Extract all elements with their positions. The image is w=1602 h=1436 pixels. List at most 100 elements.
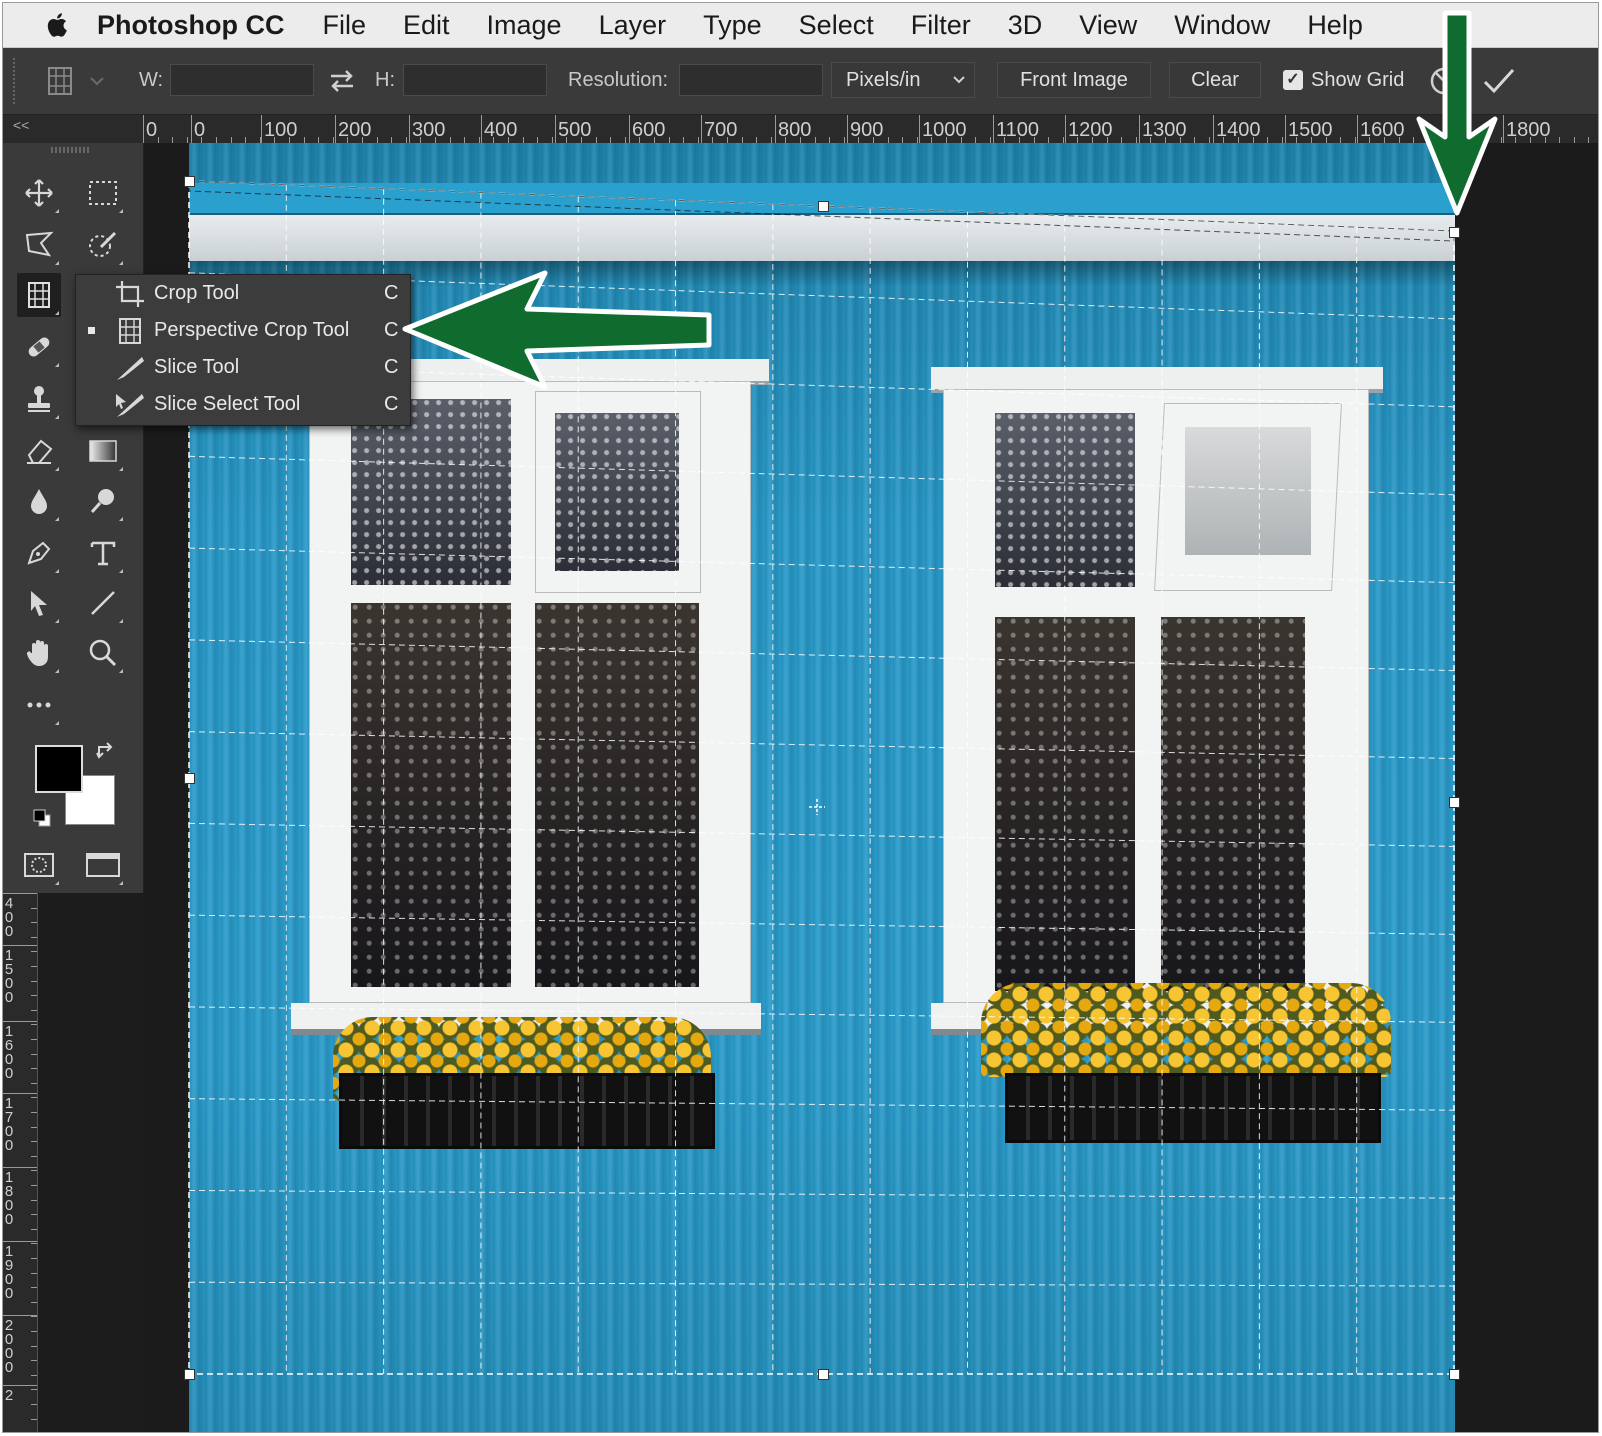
ruler-minor-tick [31,1024,37,1026]
path-selection-tool[interactable] [17,581,61,625]
move-tool[interactable] [17,171,61,215]
crop-grid-line [188,914,1455,935]
ruler-major-tick [261,115,262,143]
pen-tool[interactable] [17,531,61,575]
menu-window[interactable]: Window [1174,10,1270,41]
ruler-minor-tick [31,1039,37,1040]
height-label: H: [375,69,395,91]
swap-colors-icon[interactable] [95,741,119,763]
horizontal-ruler[interactable]: 0 0 100 200 300 400 500 600 700 800 900 1000 1100 120… [143,115,1598,144]
hand-tool[interactable] [17,631,61,675]
menu-view[interactable]: View [1079,10,1137,41]
menu-3d[interactable]: 3D [1008,10,1043,41]
quick-mask-button[interactable] [17,843,61,887]
blur-tool[interactable] [17,479,61,523]
ruler-minor-tick [31,936,37,938]
ruler-minor-tick [31,1316,37,1318]
ruler-label: 800 [778,119,812,141]
app-name[interactable]: Photoshop CC [97,10,284,41]
menu-select[interactable]: Select [799,10,874,41]
ruler-minor-tick [31,1068,37,1070]
foreground-color-swatch[interactable] [35,745,83,793]
crop-handle-bottom-middle[interactable] [818,1369,829,1380]
ruler-minor-tick [31,1155,37,1157]
crop-handle-middle-right[interactable] [1449,797,1460,808]
eraser-icon [27,439,53,464]
perspective-crop-tool[interactable] [17,273,61,317]
flyout-item-perspective-crop-tool[interactable]: Perspective Crop Tool C [76,312,410,349]
type-icon [90,541,116,566]
width-field[interactable] [170,64,314,96]
vertical-ruler[interactable]: 400 1500 1600 1700 1800 1900 2000 2 [3,893,38,1432]
line-tool[interactable] [81,581,125,625]
ruler-label: 1500 [4,947,14,1006]
options-grip[interactable] [13,58,15,104]
lasso-tool[interactable] [17,223,61,267]
type-tool[interactable] [81,531,125,575]
ruler-minor-tick [31,1170,37,1172]
ruler-major-tick [3,945,37,946]
crop-grid-line [188,1098,1455,1111]
crop-handle-bottom-left[interactable] [184,1369,195,1380]
gradient-tool[interactable] [81,429,125,473]
flyout-item-slice-tool[interactable]: Slice Tool C [76,349,410,386]
menu-edit[interactable]: Edit [403,10,450,41]
ruler-label: 200 [338,119,372,141]
default-colors-icon[interactable] [31,807,55,831]
ruler-major-tick [1065,115,1066,143]
ruler-minor-tick [31,893,37,894]
crop-handle-bottom-right[interactable] [1449,1369,1460,1380]
eraser-tool[interactable] [17,429,61,473]
menu-bar: Photoshop CC File Edit Image Layer Type … [3,3,1598,48]
line-icon [91,591,115,615]
healing-brush-tool[interactable] [17,325,61,369]
ruler-minor-tick [31,966,37,967]
menu-image[interactable]: Image [487,10,562,41]
units-select[interactable]: Pixels/in [831,62,975,98]
crop-icon [112,279,148,309]
quick-selection-tool[interactable] [81,223,125,267]
annotation-arrow-down [1416,10,1498,216]
crop-handle-middle-left[interactable] [184,773,195,784]
toolbar-grip[interactable] [51,147,91,153]
crop-center-icon [809,799,825,815]
screen-mode-button[interactable] [81,843,125,887]
edit-toolbar-button[interactable] [17,683,61,727]
ruler-minor-tick [31,1112,37,1113]
dodge-tool[interactable] [81,479,125,523]
crop-handle-top-middle[interactable] [818,201,829,212]
menu-layer[interactable]: Layer [599,10,667,41]
ruler-label: 1700 [4,1095,14,1154]
show-grid-checkbox[interactable]: ✓ [1283,70,1303,90]
flyout-item-crop-tool[interactable]: Crop Tool C [76,275,410,312]
ruler-major-tick [1139,115,1140,143]
height-field[interactable] [403,64,547,96]
crop-handle-top-left[interactable] [184,176,195,187]
hand-icon [26,640,48,666]
swap-icon[interactable] [327,66,357,96]
arrow-pointer-icon [31,591,47,616]
tool-preset-picker[interactable] [41,62,111,100]
front-image-button[interactable]: Front Image [997,62,1151,98]
ruler-minor-tick [31,1097,37,1099]
collapse-toolbar-button[interactable]: << [13,117,29,133]
apple-icon[interactable] [43,10,73,40]
more-icon [27,702,51,708]
ruler-major-tick [701,115,702,143]
crop-handle-top-right[interactable] [1449,227,1460,238]
ruler-major-tick [3,1093,37,1094]
menu-help[interactable]: Help [1307,10,1363,41]
flyout-item-slice-select-tool[interactable]: Slice Select Tool C [76,386,410,423]
ruler-major-tick [335,115,336,143]
ruler-minor-tick [31,1404,37,1405]
zoom-tool[interactable] [81,631,125,675]
ruler-minor-tick [31,1126,37,1128]
marquee-tool[interactable] [81,171,125,215]
clear-button[interactable]: Clear [1169,62,1261,98]
show-grid-label[interactable]: Show Grid [1311,69,1404,92]
resolution-field[interactable] [679,64,823,96]
clone-stamp-tool[interactable] [17,377,61,421]
menu-type[interactable]: Type [703,10,762,41]
menu-file[interactable]: File [322,10,366,41]
menu-filter[interactable]: Filter [911,10,971,41]
